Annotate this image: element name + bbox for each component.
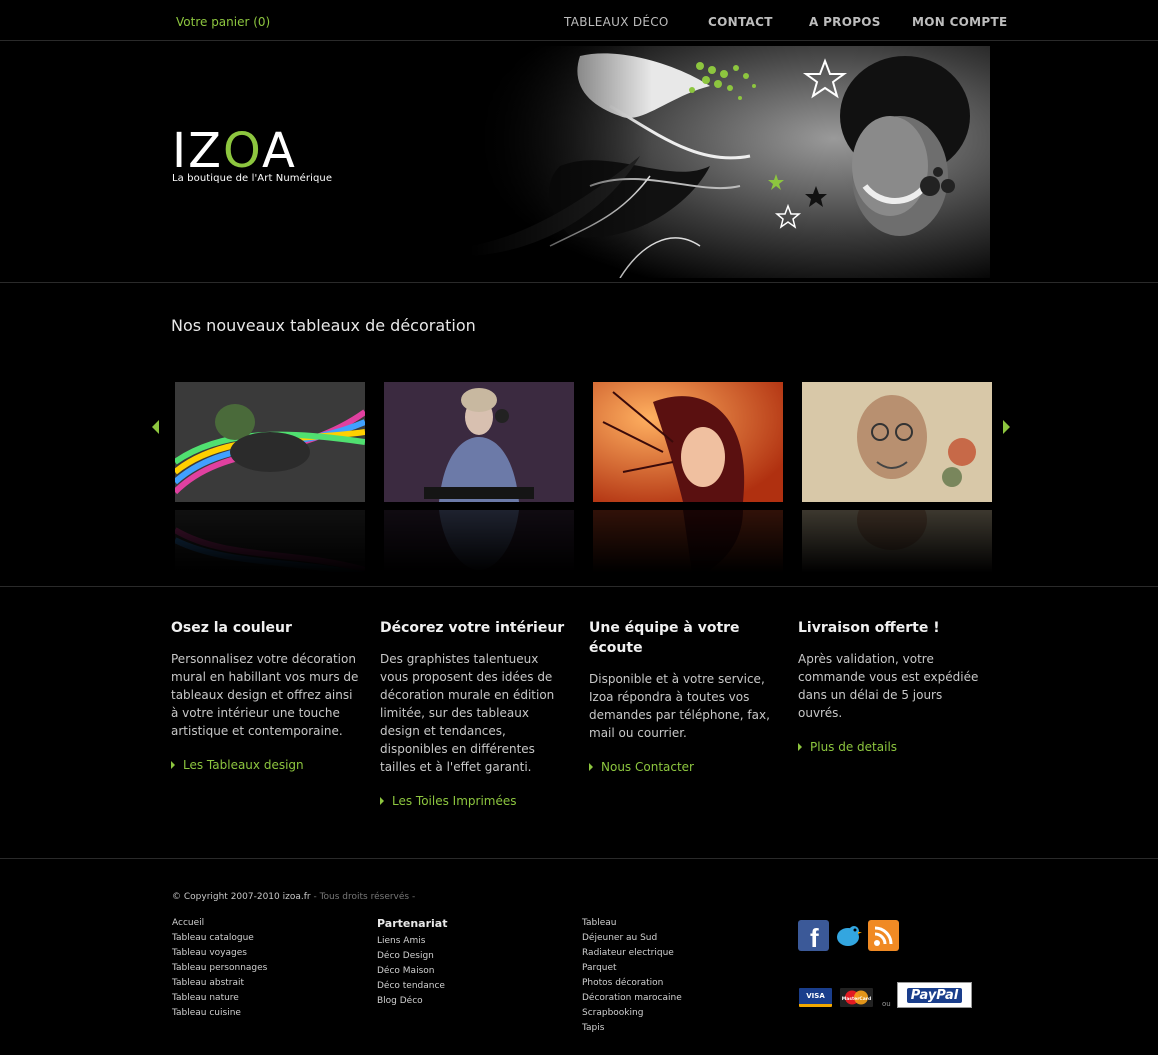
feature-colour: Osez la couleur Personnalisez votre déco… — [171, 618, 361, 772]
logo-tagline: La boutique de l'Art Numérique — [172, 173, 333, 184]
svg-text:f: f — [810, 923, 819, 951]
carousel-item-1[interactable] — [175, 382, 365, 502]
feature-text: Des graphistes talentueux vous proposent… — [380, 652, 555, 774]
mastercard-icon: MasterCard — [840, 988, 873, 1007]
footer-col-2: Partenariat Liens Amis Déco Design Déco … — [377, 916, 447, 1009]
footer-link[interactable]: Liens Amis — [377, 934, 447, 949]
footer-link[interactable]: Tableau voyages — [172, 946, 267, 961]
nav-tableaux-deco[interactable]: TABLEAUX DÉCO — [564, 15, 669, 29]
feature-text: Personnalisez votre décoration mural en … — [171, 652, 359, 738]
carousel-title: Nos nouveaux tableaux de décoration — [171, 316, 476, 335]
footer-link[interactable]: Tableau cuisine — [172, 1006, 267, 1021]
nav-mon-compte[interactable]: MON COMPTE — [912, 15, 1008, 29]
feature-link-contact[interactable]: Nous Contacter — [589, 760, 779, 774]
footer-link[interactable]: Déco Design — [377, 949, 447, 964]
carousel-item-1-reflection — [175, 510, 365, 580]
footer-link[interactable]: Accueil — [172, 916, 267, 931]
carousel-next-arrow-icon[interactable] — [1003, 420, 1010, 434]
feature-delivery: Livraison offerte ! Après validation, vo… — [798, 618, 988, 754]
payment-or: ou — [882, 1000, 891, 1008]
feature-link-toiles-imprimees[interactable]: Les Toiles Imprimées — [380, 794, 570, 808]
footer-link[interactable]: Parquet — [582, 961, 682, 976]
paypal-icon: PayPal — [897, 982, 972, 1008]
nav-a-propos[interactable]: A PROPOS — [809, 15, 881, 29]
footer-link[interactable]: Déjeuner au Sud — [582, 931, 682, 946]
copyright: © Copyright 2007-2010 izoa.fr - Tous dro… — [172, 892, 415, 902]
site-logo[interactable]: IZOA La boutique de l'Art Numérique — [172, 123, 333, 184]
header: IZOA La boutique de l'Art Numérique — [0, 41, 1158, 283]
carousel-item-3[interactable] — [593, 382, 783, 502]
footer-link[interactable]: Décoration marocaine — [582, 991, 682, 1006]
carousel-item-2-reflection — [384, 510, 574, 580]
feature-interior: Décorez votre intérieur Des graphistes t… — [380, 618, 570, 808]
footer-col-3: Tableau Déjeuner au Sud Radiateur electr… — [582, 916, 682, 1036]
top-navigation: Votre panier (0) TABLEAUX DÉCO CONTACT A… — [0, 0, 1158, 41]
rss-icon[interactable] — [868, 920, 899, 951]
footer-link[interactable]: Blog Déco — [377, 994, 447, 1009]
rights-text: - Tous droits réservés - — [310, 892, 416, 902]
footer-link[interactable]: Tableau abstrait — [172, 976, 267, 991]
twitter-icon[interactable] — [832, 920, 863, 951]
footer-col-title: Partenariat — [377, 917, 448, 930]
footer-link[interactable]: Déco Maison — [377, 964, 447, 979]
footer-link[interactable]: Tableau nature — [172, 991, 267, 1006]
feature-title: Livraison offerte ! — [798, 620, 940, 636]
feature-title: Décorez votre intérieur — [380, 620, 565, 636]
paypal-label: PayPal — [906, 987, 963, 1003]
carousel-prev-arrow-icon[interactable] — [152, 420, 159, 434]
copyright-text: © Copyright 2007-2010 izoa.fr — [172, 892, 311, 902]
header-banner-image — [470, 46, 990, 278]
facebook-icon[interactable]: f — [798, 920, 829, 953]
nav-contact[interactable]: CONTACT — [708, 15, 773, 29]
feature-team: Une équipe à votre écoute Disponible et … — [589, 618, 779, 774]
footer-link[interactable]: Tableau — [582, 916, 682, 931]
feature-title: Osez la couleur — [171, 620, 292, 636]
visa-icon: VISA — [799, 988, 832, 1007]
footer-link[interactable]: Déco tendance — [377, 979, 447, 994]
footer-link[interactable]: Tableau catalogue — [172, 931, 267, 946]
mastercard-label: MasterCard — [842, 996, 871, 1002]
feature-text: Après validation, votre commande vous es… — [798, 652, 979, 720]
carousel-item-4[interactable] — [802, 382, 992, 502]
footer-link[interactable]: Scrapbooking — [582, 1006, 682, 1021]
footer-link[interactable]: Tableau personnages — [172, 961, 267, 976]
feature-title: Une équipe à votre écoute — [589, 620, 740, 656]
feature-text: Disponible et à votre service, Izoa répo… — [589, 672, 770, 740]
cart-link[interactable]: Votre panier (0) — [176, 15, 270, 29]
footer-link[interactable]: Tapis — [582, 1021, 682, 1036]
feature-link-tableaux-design[interactable]: Les Tableaux design — [171, 758, 361, 772]
carousel-item-3-reflection — [593, 510, 783, 580]
feature-link-details[interactable]: Plus de details — [798, 740, 988, 754]
carousel-section: Nos nouveaux tableaux de décoration — [0, 284, 1158, 587]
carousel-item-4-reflection — [802, 510, 992, 580]
carousel-item-2[interactable] — [384, 382, 574, 502]
footer-col-1: Accueil Tableau catalogue Tableau voyage… — [172, 916, 267, 1021]
logo-wordmark: IZOA — [172, 123, 297, 179]
footer-link[interactable]: Photos décoration — [582, 976, 682, 991]
features-section: Osez la couleur Personnalisez votre déco… — [0, 588, 1158, 859]
footer-link[interactable]: Radiateur electrique — [582, 946, 682, 961]
footer: © Copyright 2007-2010 izoa.fr - Tous dro… — [0, 860, 1158, 1055]
